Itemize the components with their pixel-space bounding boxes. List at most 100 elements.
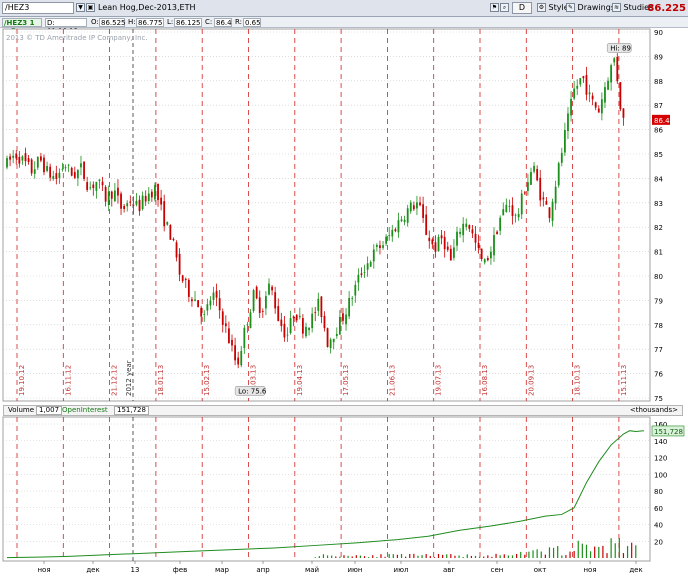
volume-tick-label: 120 (654, 455, 667, 463)
candle-body (366, 263, 369, 270)
candle-body (271, 286, 273, 291)
candle-body (64, 167, 67, 169)
candle-body (591, 95, 594, 100)
volume-bar (499, 555, 501, 558)
candle-body (292, 316, 295, 319)
drawings-pencil-icon: ✎ (566, 3, 575, 12)
candle-body (175, 242, 178, 258)
volume-bar (528, 551, 530, 558)
volume-bar (318, 556, 320, 558)
candle-body (397, 220, 400, 233)
month-label: мар (215, 566, 230, 574)
candle-body (55, 173, 58, 179)
volume-units: <thousands> (629, 406, 678, 414)
candle-body (203, 313, 206, 315)
candle-body (18, 156, 21, 164)
candle-body (6, 158, 8, 168)
candle-body (169, 224, 172, 240)
candle-body (289, 318, 292, 333)
candle-body (95, 181, 98, 191)
candle-body (160, 197, 163, 205)
candle-body (212, 292, 215, 300)
candle-body (234, 345, 236, 361)
candle-body (597, 108, 600, 113)
volume-bar (417, 555, 419, 558)
symbol-dropdown-icon[interactable]: ▼ (76, 3, 85, 12)
volume-tick-label: 80 (654, 488, 663, 496)
candle-body (52, 176, 55, 179)
candle-body (490, 251, 492, 259)
candle-body (363, 271, 366, 273)
chart-canvas[interactable]: 19.10.12 16.11.12 21.12.12 18.01.13 15.02.13… (0, 28, 688, 580)
symbol-input[interactable]: /HEZ3 (2, 2, 74, 14)
expiry-label: 16.08.13 (481, 365, 489, 396)
volume-bar (355, 555, 357, 558)
candle-body (354, 284, 357, 296)
volume-bar (487, 555, 489, 558)
candle-body (345, 314, 347, 325)
candle-body (474, 233, 477, 243)
candle-body (375, 244, 378, 247)
chart-symbol-period[interactable]: /HEZ3 1 y D (2, 18, 42, 35)
expiry-label: 17.05.13 (342, 365, 350, 396)
candle-body (477, 242, 480, 249)
volume-bar (511, 555, 514, 558)
candle-body (261, 311, 264, 312)
candle-body (135, 200, 138, 205)
candle-body (104, 186, 107, 202)
volume-value: 1,007 (36, 406, 63, 415)
candle-body (117, 187, 119, 196)
flag-icon[interactable]: ⚑ (490, 3, 499, 12)
candle-body (465, 223, 468, 227)
candle-body (157, 184, 159, 201)
price-tick-label: 75 (654, 395, 663, 403)
hi-label: Hi: 89 (610, 44, 631, 52)
candle-body (557, 163, 560, 186)
candle-body (132, 204, 135, 206)
volume-bar (433, 557, 436, 558)
candle-body (70, 167, 73, 176)
drawings-button[interactable]: ✎ Drawings (566, 2, 615, 14)
period-button[interactable]: D (512, 2, 532, 14)
volume-bar (524, 554, 526, 558)
price-tick-label: 78 (654, 322, 663, 330)
candle-body (246, 324, 249, 326)
candle-body (209, 300, 212, 306)
expiry-label: 19.07.13 (435, 365, 443, 396)
volume-bar (409, 553, 411, 558)
volume-panel-header: Volume 1,007 OpenInterest 151,728 <thous… (3, 405, 683, 416)
candle-body (33, 169, 36, 174)
volume-bar (474, 555, 477, 558)
volume-bar (635, 545, 637, 558)
zoom-icon[interactable]: ⌕ (500, 3, 509, 12)
candle-body (486, 258, 489, 261)
volume-bar (314, 557, 316, 558)
low-label: L: (167, 18, 174, 26)
candle-body (154, 185, 156, 200)
candle-body (431, 239, 434, 245)
candle-body (554, 186, 557, 204)
close-value: 86.4 (214, 18, 232, 27)
link-icon[interactable]: ▣ (86, 3, 95, 12)
candle-body (607, 80, 609, 90)
month-label: фев (173, 566, 187, 574)
volume-bar (359, 555, 362, 558)
style-button[interactable]: ⚙ Style (537, 2, 569, 14)
candle-body (295, 314, 298, 321)
range-label: R: (235, 18, 243, 26)
open-label: O: (91, 18, 99, 26)
volume-bar (384, 556, 386, 558)
candle-body (437, 237, 440, 252)
price-grid (2, 28, 651, 562)
candle-body (508, 206, 511, 208)
price-tick-label: 83 (654, 200, 663, 208)
candle-body (570, 99, 572, 116)
candle-body (369, 261, 372, 267)
volume-bar (507, 555, 509, 558)
volume-bar (516, 553, 518, 558)
candle-body (73, 172, 76, 178)
volume-bar (585, 544, 588, 558)
candle-body (27, 158, 30, 162)
price-tick-label: 82 (654, 224, 663, 232)
candle-body (329, 339, 332, 349)
